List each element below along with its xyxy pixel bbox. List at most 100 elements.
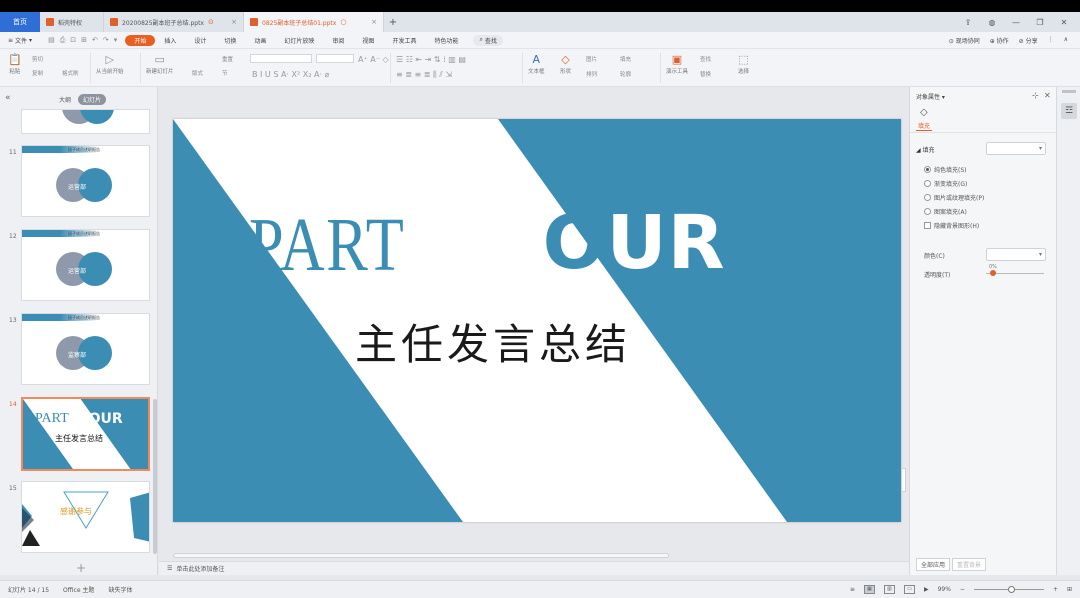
zoom-slider-knob[interactable] (1007, 586, 1015, 593)
from-current-button[interactable]: ▷ 从当前开始 (96, 53, 124, 75)
fill-bucket-icon[interactable]: ◇ (920, 107, 928, 118)
arrange-button[interactable]: 排列 (586, 70, 597, 78)
present-tools-button[interactable]: ▣ 演示工具 (666, 53, 688, 75)
tab-fill[interactable]: 填充 (916, 121, 933, 131)
tab-close-icon[interactable]: × (231, 18, 237, 26)
slide-thumbnail-selected[interactable]: PART FOUR 主任发言总结 (21, 397, 150, 471)
slide-thumbnail[interactable]: 班子成员述职报告 运营部 (21, 145, 150, 217)
tab-review[interactable]: 审阅 (323, 35, 353, 46)
radio-solid-fill[interactable]: 纯色填充(S) (924, 165, 967, 174)
fill-button[interactable]: 填充 (620, 55, 631, 63)
add-slide-button[interactable]: + (76, 561, 86, 575)
redo-icon[interactable]: ↷ (103, 36, 109, 45)
collapse-panel-icon[interactable]: « (5, 93, 11, 103)
font-size-adjust-icons[interactable]: A⁺ A⁻ ◇ (358, 55, 389, 64)
tab-insert[interactable]: 插入 (155, 35, 185, 46)
tab-outline[interactable]: 大纲 (54, 94, 76, 105)
panel-title[interactable]: 对象属性 ▾ (916, 92, 945, 101)
sorter-view-icon[interactable]: ▥ (883, 585, 895, 594)
reset-button[interactable]: 重置 (222, 55, 233, 63)
paste-button[interactable]: 📋 粘贴 (8, 53, 22, 75)
text-box-button[interactable]: A 文本框 (528, 53, 545, 75)
slide-title-part[interactable]: PART (249, 207, 405, 283)
cloud-sync-icon[interactable]: ⇪ (962, 18, 974, 27)
transparency-slider[interactable]: 0% (986, 264, 1044, 276)
cut-button[interactable]: 剪切 (32, 55, 43, 63)
tab-slides[interactable]: 幻灯片 (78, 94, 107, 105)
hide-background-checkbox[interactable]: 隐藏背景图形(H) (924, 221, 979, 230)
tab-home-ribbon[interactable]: 开始 (125, 34, 156, 46)
tab-slideshow[interactable]: 幻灯片放映 (275, 35, 323, 46)
slide-thumbnail[interactable]: 感谢参与 (21, 481, 150, 553)
properties-toggle-icon[interactable]: ☲ (1061, 103, 1077, 119)
radio-gradient-fill[interactable]: 渐变填充(G) (924, 179, 967, 188)
tab-home[interactable]: 首页 (0, 12, 40, 32)
zoom-percent[interactable]: 99% (938, 586, 951, 593)
zoom-out-button[interactable]: − (960, 586, 965, 593)
more-icon[interactable]: ⋮ (1048, 36, 1054, 45)
close-icon[interactable]: ✕ (1044, 91, 1051, 100)
horizontal-scrollbar[interactable] (173, 553, 669, 558)
vertical-scrollbar[interactable] (901, 468, 906, 492)
font-size-select[interactable] (316, 54, 354, 63)
shape-button[interactable]: ◇ 形状 (560, 53, 571, 75)
tab-developer[interactable]: 开发工具 (383, 35, 425, 46)
close-button[interactable]: ✕ (1058, 18, 1070, 27)
fill-type-dropdown[interactable]: ▾ (986, 142, 1046, 155)
file-menu[interactable]: ≡ 文件 ▾ (0, 36, 40, 45)
layout-button[interactable]: 版式 (192, 69, 203, 77)
tab-transitions[interactable]: 切换 (215, 35, 245, 46)
normal-view-icon[interactable]: ▦ (863, 585, 875, 594)
slide-thumbnail[interactable] (21, 109, 150, 134)
select-button[interactable]: ⬚ 选择 (738, 53, 749, 75)
new-slide-button[interactable]: ▭ 新建幻灯片 (146, 53, 174, 75)
tab-features[interactable]: 特色功能 (425, 35, 467, 46)
find-button[interactable]: 查找 (700, 55, 711, 63)
print-icon[interactable]: ⎙ (60, 36, 66, 45)
live-collab-button[interactable]: ⊙ 现场协同 (949, 36, 980, 45)
customize-icon[interactable]: ▾ (114, 36, 118, 45)
pin-icon[interactable]: ⊹ (1032, 91, 1039, 100)
picture-button[interactable]: 图片 (586, 55, 597, 63)
undo-icon[interactable]: ↶ (92, 36, 98, 45)
format-buttons[interactable]: B I U S A· X² X₂ A· ⌀ (252, 70, 329, 79)
align-buttons[interactable]: ≡ ≣ ≡ ≣ ⫼ ⫽ ⇲ (396, 70, 452, 80)
replace-button[interactable]: 替换 (700, 70, 711, 78)
skin-icon[interactable]: ◍ (986, 18, 998, 27)
current-slide[interactable]: PART FOUR 主任发言总结 (173, 119, 901, 522)
format-painter-button[interactable]: 格式刷 (62, 69, 79, 77)
slide-title-four[interactable]: FOUR (491, 203, 726, 283)
slide-subtitle[interactable]: 主任发言总结 (355, 311, 631, 372)
missing-font-button[interactable]: 缺失字体 (108, 585, 132, 594)
save-icon[interactable]: ▤ (48, 36, 55, 45)
export-icon[interactable]: ⊞ (81, 36, 87, 45)
preview-icon[interactable]: ⊡ (70, 36, 76, 45)
slider-knob[interactable] (990, 270, 996, 276)
copy-button[interactable]: 复制 (32, 69, 43, 77)
fill-section-header[interactable]: ◢ 填充 (916, 145, 935, 154)
color-dropdown[interactable]: ▾ (986, 248, 1046, 261)
restore-button[interactable]: ❐ (1034, 18, 1046, 27)
zoom-slider[interactable] (973, 586, 1044, 593)
outline-button[interactable]: 轮廓 (620, 70, 631, 78)
fit-window-icon[interactable]: ⊞ (1067, 586, 1072, 593)
radio-picture-fill[interactable]: 图片或纹理填充(P) (924, 193, 984, 202)
play-slideshow-icon[interactable]: ▶ (924, 586, 929, 593)
share-button[interactable]: ⊘ 分享 (1019, 36, 1038, 45)
tab-animations[interactable]: 动画 (245, 35, 275, 46)
tab-docer[interactable]: 稻壳特权 (40, 12, 104, 32)
slide-thumbnail[interactable]: 班子成员述职报告 监察部 (21, 313, 150, 385)
reset-background-button[interactable]: 重置背景 (952, 558, 987, 571)
collapse-ribbon-icon[interactable]: ∧ (1064, 36, 1068, 45)
apply-all-button[interactable]: 全部应用 (916, 558, 951, 571)
tab-design[interactable]: 设计 (185, 35, 215, 46)
font-family-select[interactable] (250, 54, 312, 63)
notes-view-icon[interactable]: ≡ (850, 586, 855, 593)
search-box[interactable]: ⌕ 查找 (473, 34, 503, 46)
section-button[interactable]: 节 (222, 69, 228, 77)
tab-document-2[interactable]: 0825副本班子总结01.pptx ○ × (244, 12, 384, 32)
slide-thumbnail[interactable]: 班子成员述职报告 运营部 (21, 229, 150, 301)
radio-pattern-fill[interactable]: 图案填充(A) (924, 207, 967, 216)
notes-bar[interactable]: ☰ 单击此处添加备注 (159, 561, 909, 575)
zoom-in-button[interactable]: + (1053, 586, 1058, 593)
